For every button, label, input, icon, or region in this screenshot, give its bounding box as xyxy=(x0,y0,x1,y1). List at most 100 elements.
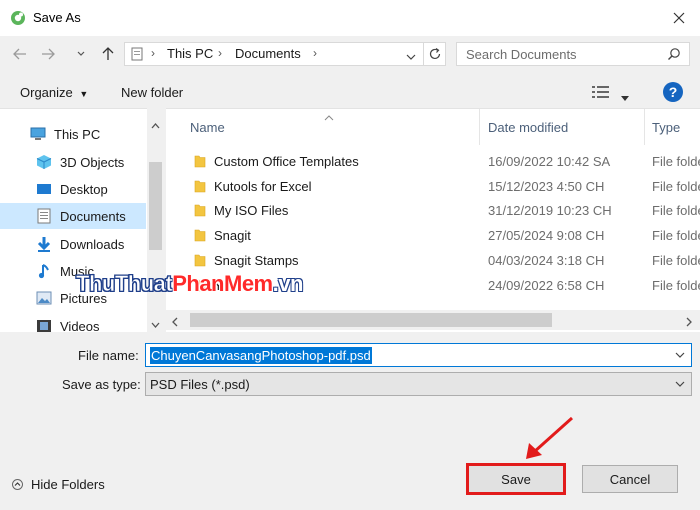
breadcrumb-separator-icon[interactable]: › xyxy=(313,46,317,60)
scroll-left-icon[interactable] xyxy=(172,315,178,330)
close-icon xyxy=(673,12,685,24)
title-bar xyxy=(0,0,700,36)
save-as-type-select[interactable]: PSD Files (*.psd) xyxy=(145,372,692,396)
horizontal-scroll-thumb[interactable] xyxy=(190,313,552,327)
sidebar-item-videos[interactable]: Videos xyxy=(0,313,146,332)
file-row[interactable]: Snagit Stamps 04/03/2024 3:18 CH File fo… xyxy=(166,248,700,273)
sidebar-item-label: Desktop xyxy=(60,181,108,197)
file-row[interactable]: My ISO Files 31/12/2019 10:23 CH File fo… xyxy=(166,198,700,223)
sidebar-item-label: Videos xyxy=(60,318,100,333)
watermark-logo: ThuThuatPhanMem.vn xyxy=(76,271,304,297)
caret-down-icon xyxy=(621,96,629,101)
file-type: File folder xyxy=(652,253,700,268)
cube-icon xyxy=(36,154,52,170)
file-type: File folder xyxy=(652,154,700,169)
folder-icon xyxy=(194,154,206,168)
file-type: File folder xyxy=(652,203,700,218)
file-name: Kutools for Excel xyxy=(214,179,312,194)
scroll-down-icon[interactable] xyxy=(151,316,160,331)
arrow-left-icon xyxy=(13,48,26,60)
organize-label: Organize xyxy=(20,85,73,100)
file-name-field[interactable]: ChuyenCanvasangPhotoshop-pdf.psd xyxy=(145,343,692,367)
file-name: Custom Office Templates xyxy=(214,154,359,169)
file-date: 27/05/2024 9:08 CH xyxy=(488,228,605,243)
refresh-icon xyxy=(429,48,440,60)
file-type: File folder xyxy=(652,228,700,243)
download-arrow-icon xyxy=(36,236,52,252)
column-header-date[interactable]: Date modified xyxy=(488,109,568,145)
details-view-icon xyxy=(592,86,609,98)
sidebar-item-label: Documents xyxy=(60,208,126,224)
file-date: 15/12/2023 4:50 CH xyxy=(488,179,605,194)
hide-folders-toggle[interactable]: Hide Folders xyxy=(12,477,105,492)
sort-ascending-icon xyxy=(324,109,334,124)
save-as-type-value: PSD Files (*.psd) xyxy=(150,377,250,392)
document-icon xyxy=(36,208,52,224)
sidebar-item-3d-objects[interactable]: 3D Objects xyxy=(0,149,146,175)
watermark-part: ThuThuat xyxy=(76,271,173,297)
folder-icon xyxy=(194,203,206,217)
file-name: Snagit xyxy=(214,228,251,243)
file-name: Snagit Stamps xyxy=(214,253,299,268)
chevron-down-icon[interactable] xyxy=(673,377,687,391)
refresh-button[interactable] xyxy=(424,42,446,66)
breadcrumb-documents[interactable]: Documents xyxy=(235,46,301,61)
view-options-button[interactable] xyxy=(592,85,610,102)
window-title: Save As xyxy=(33,10,81,25)
cancel-button[interactable]: Cancel xyxy=(582,465,678,493)
column-header-type[interactable]: Type xyxy=(652,109,680,145)
column-header-name[interactable]: Name xyxy=(190,109,225,145)
hide-folders-label: Hide Folders xyxy=(31,477,105,492)
folder-icon xyxy=(194,228,206,242)
file-name-label: File name: xyxy=(78,348,139,363)
app-logo-icon xyxy=(10,10,26,26)
file-name: My ISO Files xyxy=(214,203,289,218)
sidebar-item-label: Downloads xyxy=(60,236,125,252)
scroll-up-icon[interactable] xyxy=(151,117,160,132)
view-dropdown-button[interactable] xyxy=(621,89,629,104)
search-icon[interactable] xyxy=(667,47,681,64)
sidebar-item-desktop[interactable]: Desktop xyxy=(0,176,146,202)
file-row[interactable]: Snagit 27/05/2024 9:08 CH File folder xyxy=(166,223,700,248)
navigation-pane-scroll-thumb[interactable] xyxy=(149,162,162,250)
sidebar-item-documents[interactable]: Documents xyxy=(0,203,146,229)
organize-menu[interactable]: Organize ▼ xyxy=(20,85,88,100)
sidebar-item-label: 3D Objects xyxy=(60,154,125,170)
file-row[interactable]: Custom Office Templates 16/09/2022 10:42… xyxy=(166,149,700,174)
sidebar-item-downloads[interactable]: Downloads xyxy=(0,231,146,257)
breadcrumb-separator-icon: › xyxy=(151,46,155,60)
address-dropdown-button[interactable] xyxy=(406,49,416,64)
close-button[interactable] xyxy=(664,4,694,32)
column-divider[interactable] xyxy=(644,109,645,145)
help-button[interactable]: ? xyxy=(663,82,683,102)
file-type: File folder xyxy=(652,179,700,194)
navigation-pane: This PC 3D Objects Desktop Documents Dow… xyxy=(0,108,164,332)
music-note-icon xyxy=(36,263,52,279)
scroll-right-icon[interactable] xyxy=(686,315,692,330)
caret-down-icon: ▼ xyxy=(79,89,89,99)
up-button[interactable] xyxy=(98,44,118,64)
search-box[interactable] xyxy=(456,42,690,66)
search-input[interactable] xyxy=(457,43,657,65)
recent-locations-button[interactable] xyxy=(74,44,88,64)
column-divider[interactable] xyxy=(479,109,480,145)
folder-location-icon xyxy=(130,47,144,64)
watermark-part: .vn xyxy=(272,271,304,296)
sidebar-item-this-pc[interactable]: This PC xyxy=(0,121,146,147)
file-list: Name Date modified Type Custom Office Te… xyxy=(166,108,700,332)
folder-icon xyxy=(194,179,206,193)
file-date: 04/03/2024 3:18 CH xyxy=(488,253,605,268)
file-name-value: ChuyenCanvasangPhotoshop-pdf.psd xyxy=(150,347,372,364)
picture-icon xyxy=(36,290,52,306)
file-row[interactable]: Kutools for Excel 15/12/2023 4:50 CH Fil… xyxy=(166,174,700,199)
chevron-down-icon xyxy=(77,51,85,56)
new-folder-button[interactable]: New folder xyxy=(121,85,183,100)
chevron-down-icon[interactable] xyxy=(673,348,687,362)
sidebar-item-label: This PC xyxy=(54,126,101,142)
file-type: File folder xyxy=(652,278,700,293)
film-icon xyxy=(36,318,52,332)
forward-button[interactable] xyxy=(38,44,58,64)
arrow-right-icon xyxy=(42,48,55,60)
breadcrumb-this-pc[interactable]: This PC xyxy=(167,46,213,61)
back-button[interactable] xyxy=(10,44,30,64)
